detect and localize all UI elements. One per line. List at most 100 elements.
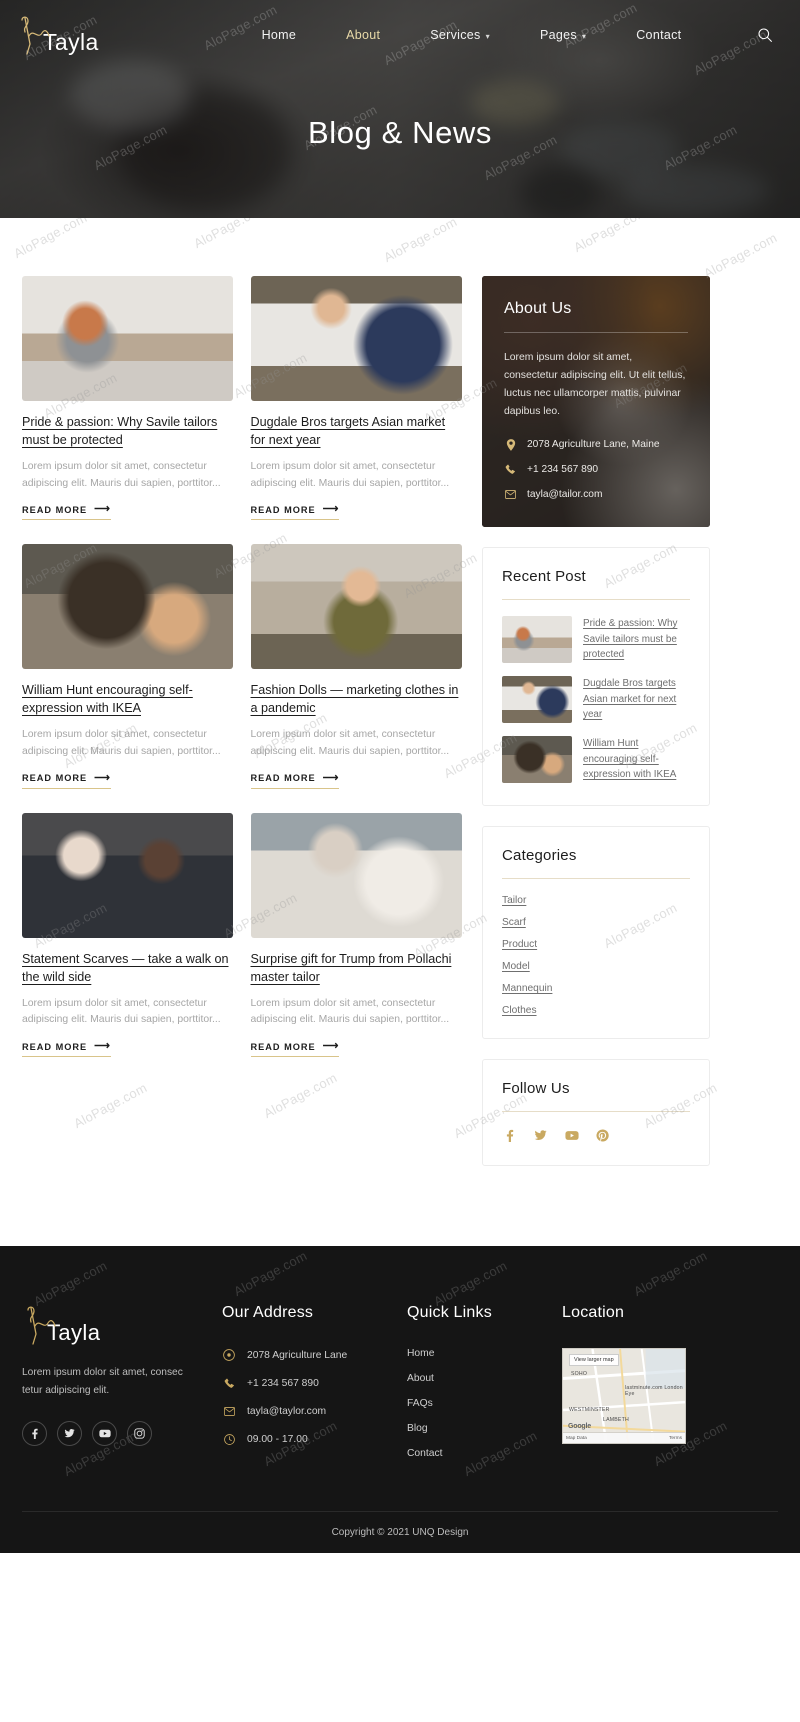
pinterest-icon[interactable] — [595, 1128, 610, 1143]
recent-post-title[interactable]: William Hunt encouraging self-expression… — [583, 736, 690, 782]
blog-post-grid: Pride & passion: Why Savile tailors must… — [22, 276, 462, 1058]
page-title: Blog & News — [307, 115, 493, 150]
post-thumbnail[interactable] — [250, 276, 462, 401]
site-logo[interactable]: Tayla — [16, 14, 191, 56]
post-thumbnail[interactable] — [22, 812, 233, 938]
post-title-link[interactable]: Pride & passion: Why Savile tailors must… — [22, 414, 233, 450]
category-link-tailor[interactable]: Tailor — [502, 895, 526, 906]
post-thumbnail[interactable] — [250, 812, 462, 938]
footer-heading-location: Location — [562, 1304, 625, 1322]
chevron-down-icon: ▾ — [485, 31, 490, 41]
brand-name: Tayla — [43, 29, 99, 55]
recent-post-item[interactable]: Pride & passion: Why Savile tailors must… — [502, 616, 690, 664]
post-excerpt: Lorem ipsum dolor sit amet, consectetur … — [250, 997, 450, 1026]
chevron-down-icon: ▾ — [581, 31, 587, 41]
post-title-link[interactable]: Fashion Dolls — marketing clothes in a p… — [251, 682, 462, 718]
watermark: AloPage.com — [231, 1248, 310, 1300]
map-terms-link[interactable]: Terms — [669, 1436, 682, 1441]
post-thumbnail[interactable] — [22, 544, 233, 670]
footer-location-column: Location View larger map SOHO lastminute… — [562, 1304, 762, 1459]
location-map[interactable]: View larger map SOHO lastminute.com Lond… — [562, 1348, 686, 1445]
arrow-right-icon: ⟶ — [94, 1040, 111, 1053]
read-more-link[interactable]: READ MORE ⟶ — [22, 1040, 111, 1058]
divider — [504, 332, 688, 333]
footer-about-text: Lorem ipsum dolor sit amet, consec tetur… — [22, 1367, 183, 1396]
footer-email-line: tayla@taylor.com — [222, 1404, 407, 1418]
blog-post-card: Dugdale Bros targets Asian market for ne… — [250, 276, 462, 521]
category-link-product[interactable]: Product — [502, 939, 537, 950]
post-title-link[interactable]: Surprise gift for Trump from Pollachi ma… — [251, 951, 462, 987]
category-link-model[interactable]: Model — [502, 961, 530, 972]
post-title-link[interactable]: Dugdale Bros targets Asian market for ne… — [251, 414, 462, 450]
search-icon[interactable] — [752, 22, 778, 48]
post-thumbnail[interactable] — [22, 276, 233, 401]
read-more-label: READ MORE — [250, 1041, 316, 1052]
category-link-scarf[interactable]: Scarf — [502, 917, 526, 928]
map-label-lambeth: LAMBETH — [603, 1417, 629, 1424]
recent-post-title[interactable]: Dugdale Bros targets Asian market for ne… — [583, 676, 690, 722]
watermark: AloPage.com — [431, 1258, 510, 1310]
footer-quick-links-column: Quick Links Home About FAQs Blog Contact — [407, 1304, 562, 1459]
blog-post-card: Pride & passion: Why Savile tailors must… — [22, 276, 233, 521]
footer-link-blog[interactable]: Blog — [407, 1423, 428, 1434]
read-more-link[interactable]: READ MORE ⟶ — [22, 771, 111, 789]
read-more-link[interactable]: READ MORE ⟶ — [22, 504, 111, 521]
read-more-label: READ MORE — [22, 1041, 88, 1052]
recent-post-title[interactable]: Pride & passion: Why Savile tailors must… — [583, 616, 690, 662]
recent-post-item[interactable]: Dugdale Bros targets Asian market for ne… — [502, 676, 690, 724]
footer-address-column: Our Address 2078 Agriculture Lane +1 234… — [222, 1304, 407, 1459]
post-title-link[interactable]: Statement Scarves — take a walk on the w… — [22, 951, 233, 987]
facebook-icon[interactable] — [22, 1421, 47, 1447]
map-pin-icon — [222, 1348, 236, 1362]
footer-link-home[interactable]: Home — [407, 1348, 434, 1359]
arrow-right-icon: ⟶ — [322, 771, 340, 784]
watermark: AloPage.com — [701, 229, 780, 282]
youtube-icon[interactable] — [564, 1128, 579, 1143]
nav-item-label: Contact — [636, 28, 682, 42]
read-more-link[interactable]: READ MORE ⟶ — [250, 1041, 340, 1058]
youtube-icon[interactable] — [92, 1421, 117, 1447]
post-thumbnail[interactable] — [250, 544, 462, 670]
facebook-icon[interactable] — [502, 1128, 517, 1143]
nav-item-contact[interactable]: Contact — [636, 28, 681, 42]
recent-post-thumbnail[interactable] — [502, 676, 572, 724]
arrow-right-icon: ⟶ — [94, 771, 111, 784]
footer-link-contact[interactable]: Contact — [407, 1448, 443, 1459]
watermark: AloPage.com — [571, 218, 650, 256]
recent-post-thumbnail[interactable] — [502, 736, 572, 784]
twitter-icon[interactable] — [57, 1421, 82, 1447]
recent-post-widget: Recent Post Pride & passion: Why Savile … — [482, 547, 710, 807]
post-excerpt: Lorem ipsum dolor sit amet, consectetur … — [22, 460, 221, 489]
nav-item-about[interactable]: About — [346, 28, 380, 42]
nav-item-label: Home — [261, 28, 297, 42]
google-logo: Google — [568, 1423, 591, 1431]
nav-item-home[interactable]: Home — [262, 28, 297, 42]
twitter-icon[interactable] — [533, 1128, 548, 1143]
instagram-icon[interactable] — [127, 1421, 152, 1447]
post-excerpt: Lorem ipsum dolor sit amet, consectetur … — [250, 729, 450, 758]
view-larger-map-button[interactable]: View larger map — [569, 1354, 619, 1367]
nav-links: Home About Services ▾ Pages ▾ Contact — [191, 28, 752, 42]
map-label-westminster: WESTMINSTER — [569, 1407, 610, 1414]
read-more-link[interactable]: READ MORE ⟶ — [250, 504, 340, 521]
nav-item-services[interactable]: Services ▾ — [430, 28, 490, 42]
recent-post-item[interactable]: William Hunt encouraging self-expression… — [502, 736, 690, 784]
blog-post-card: William Hunt encouraging self-expression… — [22, 544, 233, 789]
about-email-text: tayla@tailor.com — [527, 489, 603, 501]
read-more-link[interactable]: READ MORE ⟶ — [250, 771, 340, 789]
footer-address-line: 2078 Agriculture Lane — [222, 1348, 407, 1362]
nav-item-label: About — [346, 28, 381, 42]
read-more-label: READ MORE — [250, 773, 316, 784]
category-link-mannequin[interactable]: Mannequin — [502, 983, 552, 994]
blog-post-card: Fashion Dolls — marketing clothes in a p… — [250, 544, 462, 789]
footer-logo[interactable]: Tayla — [22, 1304, 222, 1346]
footer-link-faqs[interactable]: FAQs — [407, 1398, 433, 1409]
nav-item-pages[interactable]: Pages ▾ — [540, 28, 586, 42]
footer-link-about[interactable]: About — [407, 1373, 434, 1384]
recent-post-thumbnail[interactable] — [502, 616, 572, 664]
footer-brand-column: Tayla Lorem ipsum dolor sit amet, consec… — [22, 1304, 222, 1459]
post-title-link[interactable]: William Hunt encouraging self-expression… — [22, 682, 233, 718]
needle-thread-icon — [16, 14, 50, 56]
widget-title-about: About Us — [504, 300, 572, 317]
category-link-clothes[interactable]: Clothes — [502, 1005, 537, 1016]
